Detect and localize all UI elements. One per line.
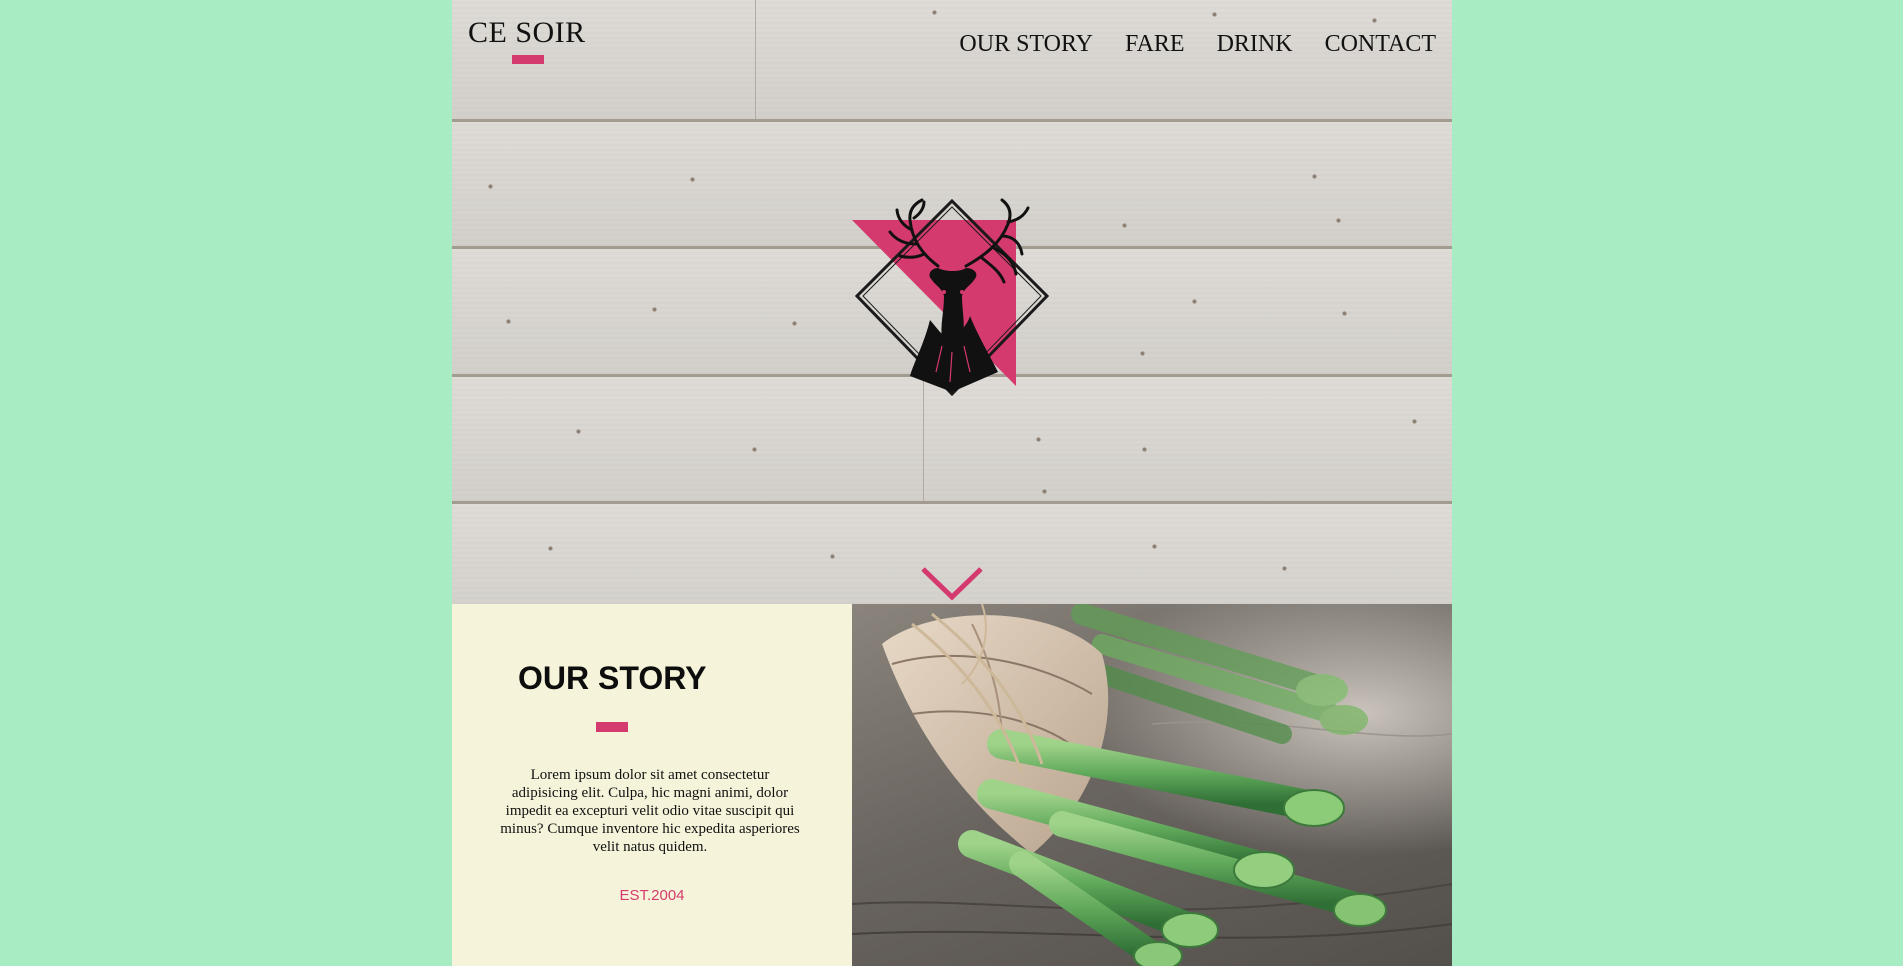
wood-plank xyxy=(452,0,1452,122)
stag-head-emblem-icon xyxy=(852,198,1050,397)
nav-item-contact[interactable]: CONTACT xyxy=(1325,31,1436,58)
chevron-down-icon[interactable] xyxy=(920,566,984,602)
nav-item-our-story[interactable]: OUR STORY xyxy=(959,31,1093,58)
established-label: EST.2004 xyxy=(619,887,685,904)
asparagus-illustration xyxy=(852,604,1452,966)
brand-logo[interactable]: CE SOIR xyxy=(468,16,586,50)
main-nav: OUR STORY FARE DRINK CONTACT xyxy=(959,31,1436,58)
brand-accent-bar xyxy=(512,55,544,64)
story-accent-bar xyxy=(596,722,628,732)
nav-item-drink[interactable]: DRINK xyxy=(1217,31,1293,58)
story-body: Lorem ipsum dolor sit amet consectetur a… xyxy=(500,767,800,855)
hero-section: CE SOIR OUR STORY FARE DRINK CONTACT xyxy=(452,0,1452,604)
story-title: OUR STORY xyxy=(518,660,707,696)
story-section: OUR STORY Lorem ipsum dolor sit amet con… xyxy=(452,604,852,966)
nav-item-fare[interactable]: FARE xyxy=(1125,31,1185,58)
page: CE SOIR OUR STORY FARE DRINK CONTACT OUR… xyxy=(452,0,1452,966)
asparagus-bundle-photo xyxy=(852,604,1452,966)
